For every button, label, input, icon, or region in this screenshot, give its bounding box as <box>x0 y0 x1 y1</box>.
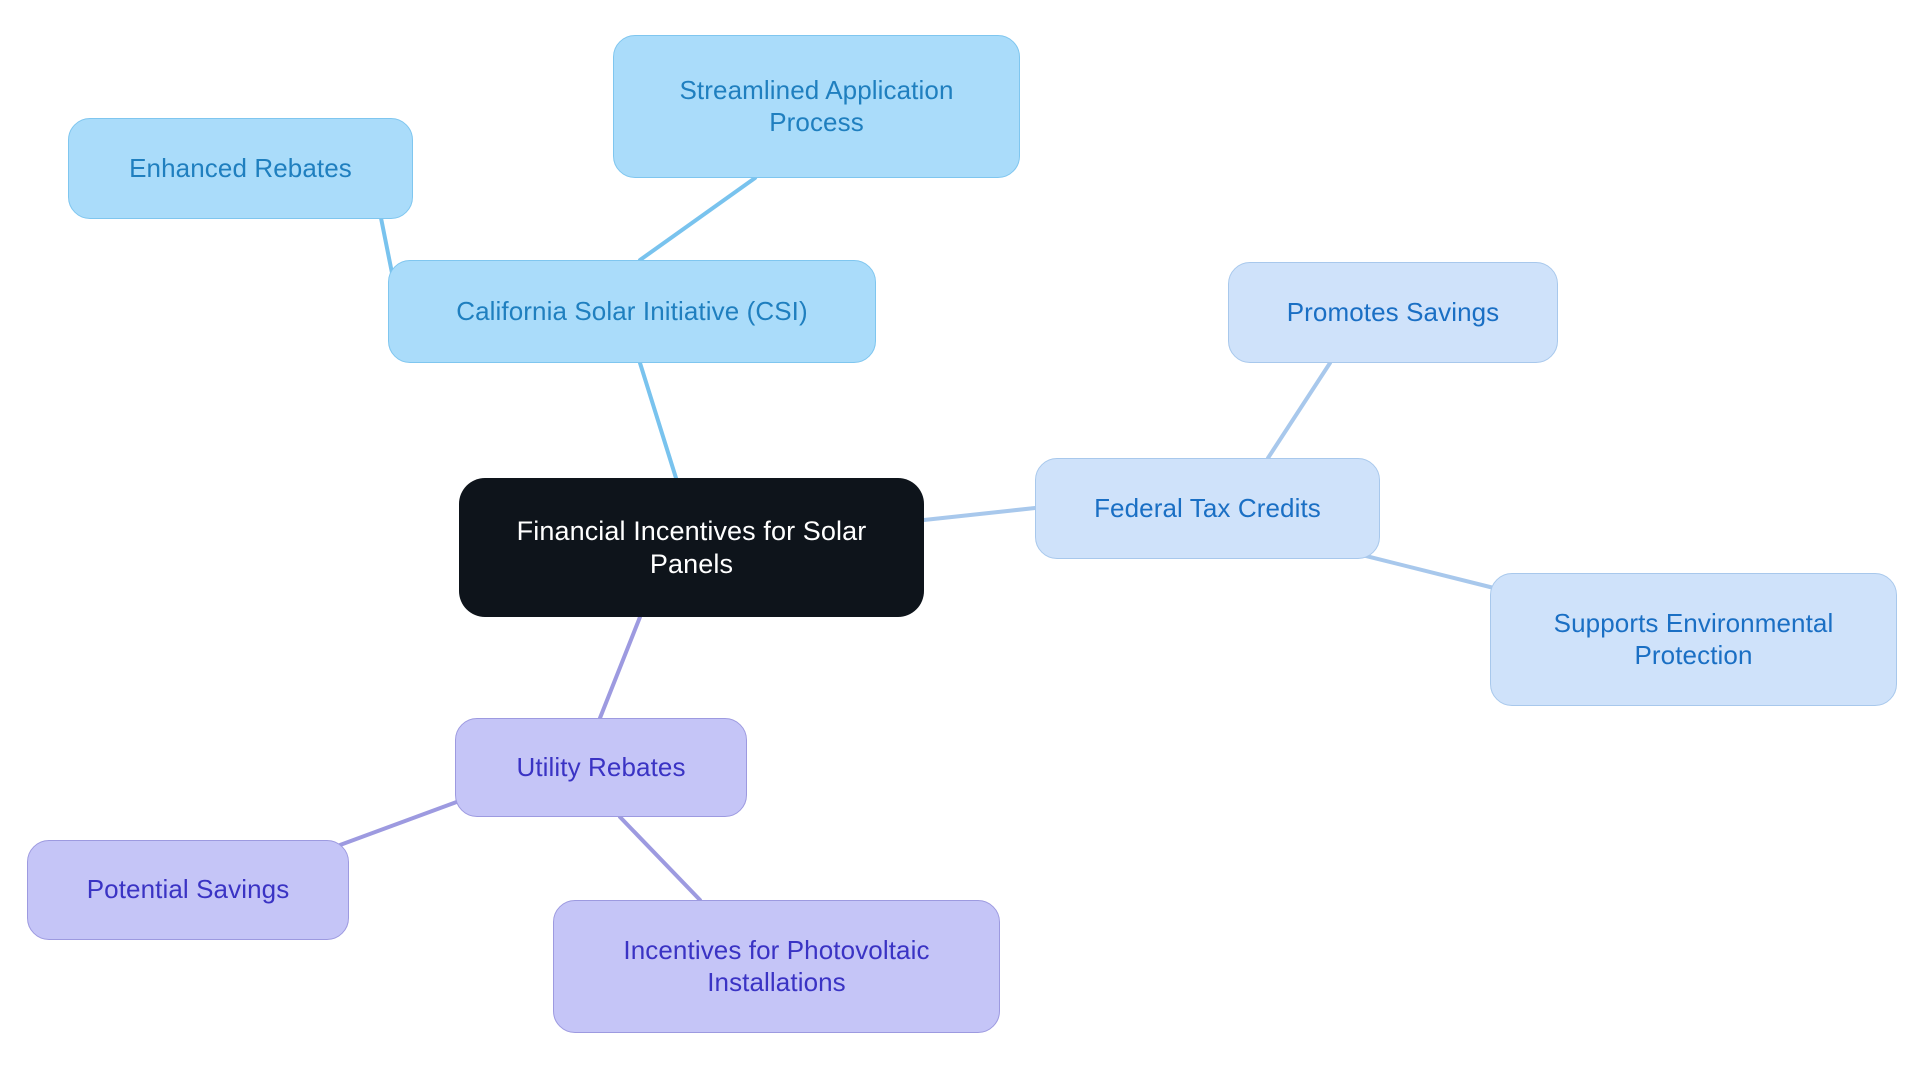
edge-federal-supports <box>1348 550 1496 590</box>
node-california-solar-initiative[interactable]: California Solar Initiative (CSI) <box>388 260 876 363</box>
edge-utility-incentives <box>618 815 702 902</box>
node-streamlined-application-process[interactable]: Streamlined Application Process <box>613 35 1020 178</box>
edge-federal-promotes <box>1266 361 1332 460</box>
edge-root-csi <box>638 361 678 480</box>
node-promotes-savings[interactable]: Promotes Savings <box>1228 262 1558 363</box>
edge-csi-streamlined <box>638 176 757 262</box>
node-root[interactable]: Financial Incentives for Solar Panels <box>459 478 924 617</box>
node-enhanced-rebates[interactable]: Enhanced Rebates <box>68 118 413 219</box>
node-federal-tax-credits[interactable]: Federal Tax Credits <box>1035 458 1380 559</box>
node-incentives-for-photovoltaic-installations[interactable]: Incentives for Photovoltaic Installation… <box>553 900 1000 1033</box>
edge-root-federal <box>922 506 1037 522</box>
edge-root-utility <box>598 615 642 720</box>
mindmap-canvas: Financial Incentives for Solar Panels Ca… <box>0 0 1920 1083</box>
edge-utility-potential <box>338 798 464 847</box>
node-potential-savings[interactable]: Potential Savings <box>27 840 349 940</box>
node-supports-environmental-protection[interactable]: Supports Environmental Protection <box>1490 573 1897 706</box>
node-utility-rebates[interactable]: Utility Rebates <box>455 718 747 817</box>
